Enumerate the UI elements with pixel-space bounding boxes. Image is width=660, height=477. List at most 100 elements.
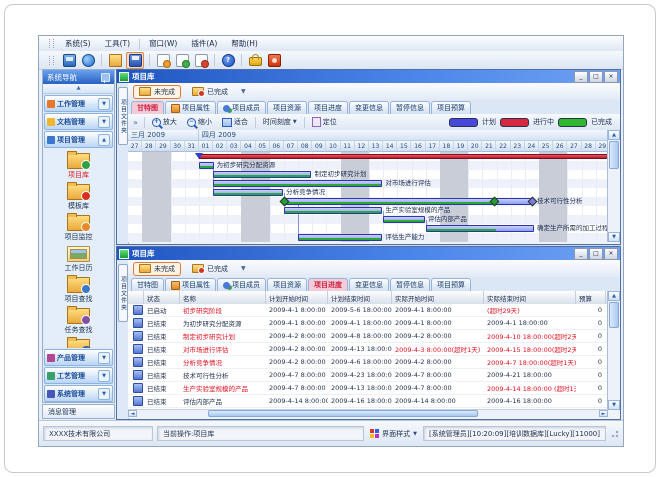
- table-row[interactable]: 已启动初步研究阶段2009-4-1 8:00:002009-5-6 18:00:…: [128, 304, 610, 317]
- summary-bar-初步研究阶段[interactable]: [199, 154, 610, 159]
- open-folder-button[interactable]: [107, 53, 123, 68]
- table-window-titlebar[interactable]: 项目库 _ □ ×: [117, 247, 620, 260]
- column-header-实际结束时间[interactable]: 实际结束时间: [484, 291, 576, 304]
- table-row[interactable]: 已结束生产实验室规模的产品2009-4-7 8:00:002009-4-13 1…: [128, 382, 610, 395]
- view-tab-未完成[interactable]: 未完成: [133, 262, 181, 276]
- tab-项目成员[interactable]: 项目成员: [217, 278, 266, 291]
- sidebar-item-0[interactable]: 项目库: [44, 150, 113, 180]
- sidebar-group-工作管理[interactable]: 工作管理▼: [44, 95, 113, 112]
- sidebar-group-文档管理[interactable]: 文档管理▼: [44, 113, 113, 130]
- column-header-预算[interactable]: 预算: [576, 291, 606, 304]
- locate-button[interactable]: 定位: [309, 116, 340, 128]
- time-scale-dropdown[interactable]: 时间刻度▼: [260, 116, 300, 128]
- tab-项目进度[interactable]: 项目进度: [308, 101, 348, 114]
- report-delete-button[interactable]: [193, 53, 209, 68]
- interface-style-dropdown[interactable]: 界面样式 ▼: [368, 429, 419, 439]
- tab-项目预算[interactable]: 项目预算: [431, 278, 471, 291]
- help-button[interactable]: ?: [220, 53, 236, 68]
- sidebar-group-产品管理[interactable]: 产品管理▼: [44, 349, 113, 366]
- menu-item-4[interactable]: 帮助(H): [224, 37, 265, 50]
- chevron-down-icon[interactable]: ▼: [98, 116, 110, 128]
- table-horizontal-scrollbar[interactable]: ◄ ►: [128, 409, 608, 418]
- close-button[interactable]: ×: [604, 248, 618, 260]
- minimize-button[interactable]: _: [574, 71, 588, 83]
- report-new-button[interactable]: [155, 53, 171, 68]
- scroll-thumb[interactable]: [208, 410, 478, 417]
- sidebar-item-3[interactable]: 工作日历: [44, 243, 113, 273]
- scroll-thumb[interactable]: [609, 141, 619, 169]
- scroll-left-icon[interactable]: ◄: [128, 410, 137, 417]
- tab-项目资源[interactable]: 项目资源: [267, 278, 307, 291]
- scroll-up-icon[interactable]: ▲: [608, 130, 620, 140]
- task-bar-生产实验室规模的产品[interactable]: [284, 207, 382, 214]
- more-tabs-icon[interactable]: ▼: [241, 265, 246, 272]
- task-bar-对市场进行评估[interactable]: [213, 180, 382, 187]
- maximize-button[interactable]: □: [589, 248, 603, 260]
- table-row[interactable]: 已结束为初步研究分配资源2009-4-1 8:00:002009-4-1 18:…: [128, 317, 610, 330]
- gantt-window-titlebar[interactable]: 项目库 _ □ ×: [117, 70, 620, 83]
- maximize-button[interactable]: □: [589, 71, 603, 83]
- resize-grip[interactable]: [610, 429, 619, 438]
- scroll-up-icon[interactable]: ▲: [608, 291, 620, 301]
- scroll-down-icon[interactable]: ▼: [608, 232, 620, 242]
- fit-button[interactable]: 适合: [219, 116, 251, 128]
- scroll-down-icon[interactable]: ▼: [608, 400, 620, 410]
- tab-项目成员[interactable]: 项目成员: [217, 101, 266, 114]
- table-row[interactable]: 已结束分析竞争情况2009-4-2 8:00:002009-4-6 18:00:…: [128, 356, 610, 369]
- chevron-down-icon[interactable]: ▼: [98, 352, 110, 364]
- sidebar-group-工艺管理[interactable]: 工艺管理▼: [44, 367, 113, 384]
- menu-item-1[interactable]: 工具(T): [98, 37, 137, 50]
- more-tabs-icon[interactable]: ▼: [241, 88, 246, 95]
- tab-暂停信息[interactable]: 暂停信息: [390, 101, 430, 114]
- column-header-计划结束时间[interactable]: 计划结束时间: [328, 291, 392, 304]
- task-bar-为初步研究分配资源[interactable]: [199, 162, 214, 169]
- tab-项目属性[interactable]: 项目属性: [165, 278, 216, 291]
- view-tab-已完成[interactable]: 已完成: [186, 262, 234, 276]
- gantt-vertical-scrollbar[interactable]: ▲ ▼: [607, 130, 620, 242]
- tab-变更信息[interactable]: 变更信息: [349, 101, 389, 114]
- table-row[interactable]: 已结束技术可行性分析2009-4-7 8:00:002009-4-23 18:0…: [128, 369, 610, 382]
- column-header-计划开始时间[interactable]: 计划开始时间: [266, 291, 328, 304]
- tab-暂停信息[interactable]: 暂停信息: [390, 278, 430, 291]
- chevron-up-icon[interactable]: ▲: [98, 134, 110, 146]
- tab-甘特图[interactable]: 甘特图: [131, 101, 164, 114]
- tab-项目属性[interactable]: 项目属性: [165, 101, 216, 114]
- column-header-状态[interactable]: 状态: [144, 291, 180, 304]
- tab-变更信息[interactable]: 变更信息: [349, 278, 389, 291]
- task-bar-分析竞争情况[interactable]: [213, 189, 283, 196]
- overflow-chevron-icon[interactable]: »: [133, 118, 138, 127]
- zoom-out-button[interactable]: −缩小: [184, 116, 215, 128]
- table-row[interactable]: 已结束制定初步研究计划2009-4-2 8:00:002009-4-8 18:0…: [128, 330, 610, 343]
- view-tab-未完成[interactable]: 未完成: [133, 85, 181, 99]
- column-header-实际开始时间[interactable]: 实际开始时间: [392, 291, 484, 304]
- column-header-名称[interactable]: 名称: [180, 291, 266, 304]
- sidebar-group-系统管理[interactable]: 系统管理▼: [44, 385, 113, 402]
- close-button[interactable]: ×: [604, 71, 618, 83]
- monitor-button[interactable]: [61, 53, 77, 68]
- sidebar-item-6[interactable]: 项目文档查找: [44, 336, 113, 348]
- sidebar-tab-message-manage[interactable]: 消息管理: [42, 404, 115, 419]
- task-bar-评估内部产品[interactable]: [383, 216, 425, 223]
- pin-icon[interactable]: [101, 73, 110, 82]
- tab-甘特图[interactable]: 甘特图: [131, 278, 164, 291]
- tab-项目进度[interactable]: 项目进度: [308, 278, 348, 291]
- minimize-button[interactable]: _: [574, 248, 588, 260]
- table-vertical-scrollbar[interactable]: ▲ ▼: [607, 291, 620, 410]
- task-bar-制定初步研究计划[interactable]: [213, 171, 311, 178]
- sidebar-item-4[interactable]: 项目查找: [44, 274, 113, 304]
- sidebar-item-1[interactable]: 模板库: [44, 181, 113, 211]
- chevron-down-icon[interactable]: ▼: [98, 388, 110, 400]
- lock-button[interactable]: [247, 53, 263, 68]
- menu-item-2[interactable]: 窗口(W): [142, 37, 184, 50]
- view-tab-已完成[interactable]: 已完成: [186, 85, 234, 99]
- scroll-thumb[interactable]: [609, 302, 619, 328]
- table-row[interactable]: 已结束评估内部产品2009-4-14 8:00:002009-4-16 18:0…: [128, 395, 610, 408]
- report-edit-button[interactable]: [174, 53, 190, 68]
- chevron-down-icon[interactable]: ▼: [98, 370, 110, 382]
- menu-item-3[interactable]: 插件(A): [184, 37, 224, 50]
- sidebar-collapse-button[interactable]: ▲: [43, 84, 114, 94]
- exit-button[interactable]: [266, 53, 282, 68]
- task-bar-确定生产所需的加工过程[interactable]: [426, 225, 534, 232]
- sidebar-item-2[interactable]: 项目监控: [44, 212, 113, 242]
- project-folder-side-tab[interactable]: 项目文件夹: [118, 87, 128, 145]
